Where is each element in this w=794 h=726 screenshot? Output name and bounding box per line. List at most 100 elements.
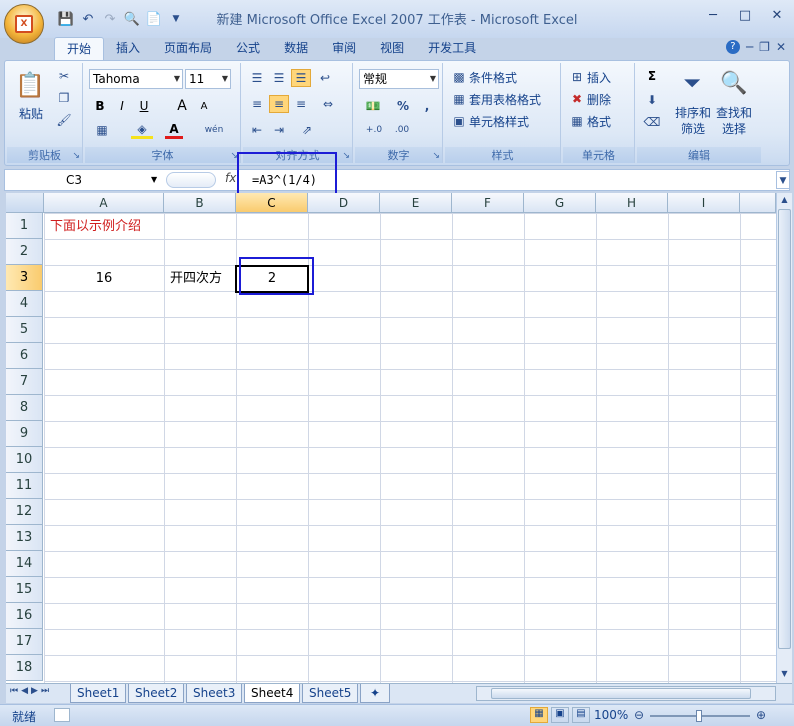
row-header-4[interactable]: 4 <box>6 291 43 317</box>
border-icon[interactable]: ▦ <box>91 121 113 139</box>
vertical-scrollbar[interactable]: ▲ ▼ <box>776 193 792 683</box>
zoom-out-icon[interactable]: ⊖ <box>634 708 644 722</box>
shrink-font-button[interactable]: A <box>195 97 213 115</box>
doc-restore-icon[interactable]: ❐ <box>759 40 770 54</box>
sheet-tab-sheet3[interactable]: Sheet3 <box>186 684 243 703</box>
font-size-combo[interactable]: 11 ▼ <box>185 69 231 89</box>
increase-decimal-button[interactable]: +.0 <box>361 121 387 139</box>
minimize-button[interactable]: ─ <box>702 6 724 26</box>
row-header-12[interactable]: 12 <box>6 499 43 525</box>
tab-data[interactable]: 数据 <box>272 37 320 61</box>
align-middle-icon[interactable]: ☰ <box>269 69 289 87</box>
row-header-14[interactable]: 14 <box>6 551 43 577</box>
sheet-tab-sheet4[interactable]: Sheet4 <box>244 684 301 703</box>
paste-button[interactable]: 粘贴 <box>19 105 43 122</box>
currency-icon[interactable]: 💵 <box>361 97 385 115</box>
percent-button[interactable]: % <box>395 97 411 115</box>
comma-button[interactable]: , <box>419 97 435 115</box>
row-header-13[interactable]: 13 <box>6 525 43 551</box>
row-header-18[interactable]: 18 <box>6 655 43 681</box>
tab-view[interactable]: 视图 <box>368 37 416 61</box>
orientation-icon[interactable]: ⇗ <box>293 121 321 139</box>
fill-color-icon[interactable]: ◈ <box>131 121 153 139</box>
format-painter-icon[interactable]: 🖌 <box>55 111 73 129</box>
horizontal-scroll-thumb[interactable] <box>491 688 751 699</box>
phonetic-button[interactable]: wén <box>199 121 229 139</box>
find-select-button[interactable]: 查找和选择 <box>715 105 753 137</box>
cut-icon[interactable]: ✂ <box>55 67 73 85</box>
chevron-down-icon[interactable]: ▼ <box>151 175 157 184</box>
row-header-1[interactable]: 1 <box>6 213 43 239</box>
macro-record-icon[interactable] <box>54 708 70 722</box>
cell-b3[interactable]: 开四次方 <box>170 266 222 292</box>
wrap-text-icon[interactable]: ↩ <box>315 69 335 87</box>
tab-home[interactable]: 开始 <box>54 37 105 61</box>
page-layout-view-icon[interactable]: ▣ <box>551 707 569 723</box>
office-button[interactable]: X <box>4 4 44 44</box>
font-name-combo[interactable]: Tahoma ▼ <box>89 69 183 89</box>
sheet-nav-icon[interactable]: ⏮◀▶⏭ <box>10 686 52 696</box>
tab-formulas[interactable]: 公式 <box>224 37 272 61</box>
underline-button[interactable]: U <box>135 97 153 115</box>
row-header-6[interactable]: 6 <box>6 343 43 369</box>
delete-cells-button[interactable]: 删除 <box>587 91 611 108</box>
format-cells-button[interactable]: 格式 <box>587 113 611 130</box>
zoom-in-icon[interactable]: ⊕ <box>756 708 766 722</box>
sheet-tab-sheet5[interactable]: Sheet5 <box>302 684 359 703</box>
tab-insert[interactable]: 插入 <box>104 37 152 61</box>
doc-close-icon[interactable]: ✕ <box>776 40 786 54</box>
sort-filter-icon[interactable]: ⏷ <box>677 67 707 99</box>
insert-function-button[interactable]: fx <box>225 171 236 185</box>
row-header-16[interactable]: 16 <box>6 603 43 629</box>
row-header-17[interactable]: 17 <box>6 629 43 655</box>
paste-icon[interactable]: 📋 <box>15 67 45 103</box>
number-launcher-icon[interactable]: ↘ <box>432 151 440 161</box>
doc-minimize-icon[interactable]: ─ <box>746 40 753 54</box>
row-header-11[interactable]: 11 <box>6 473 43 499</box>
spreadsheet-grid[interactable]: A B C D E F G H I 1 2 3 4 5 6 7 8 9 10 11 12 13 14 15 1… <box>6 193 776 683</box>
align-left-icon[interactable]: ≡ <box>247 95 267 113</box>
grow-font-button[interactable]: A <box>173 97 191 115</box>
scroll-thumb[interactable] <box>778 209 791 649</box>
row-header-15[interactable]: 15 <box>6 577 43 603</box>
merge-center-icon[interactable]: ⇔ <box>315 95 341 113</box>
scroll-down-icon[interactable]: ▼ <box>778 669 791 679</box>
formula-bar-slider[interactable] <box>166 172 216 188</box>
fill-icon[interactable]: ⬇ <box>643 91 661 109</box>
format-as-table-button[interactable]: 套用表格格式 <box>469 91 541 108</box>
alignment-launcher-icon[interactable]: ↘ <box>342 151 350 161</box>
horizontal-scrollbar[interactable] <box>476 686 776 701</box>
zoom-slider[interactable] <box>650 710 750 722</box>
normal-view-icon[interactable]: ▦ <box>530 707 548 723</box>
decrease-indent-icon[interactable]: ⇤ <box>247 121 267 139</box>
row-header-2[interactable]: 2 <box>6 239 43 265</box>
align-top-icon[interactable]: ☰ <box>247 69 267 87</box>
expand-formula-bar-icon[interactable]: ▼ <box>776 171 790 189</box>
row-header-10[interactable]: 10 <box>6 447 43 473</box>
row-header-9[interactable]: 9 <box>6 421 43 447</box>
cell-a3[interactable]: 16 <box>44 266 164 292</box>
cell-a1[interactable]: 下面以示例介绍 <box>50 214 141 240</box>
name-box[interactable]: C3 <box>6 171 162 189</box>
autosum-button[interactable]: Σ <box>643 67 661 85</box>
close-button[interactable]: ✕ <box>766 6 788 26</box>
zoom-level[interactable]: 100% <box>594 708 628 722</box>
sheet-tab-sheet2[interactable]: Sheet2 <box>128 684 185 703</box>
help-icon[interactable]: ? <box>725 40 740 54</box>
italic-button[interactable]: I <box>113 97 131 115</box>
find-select-icon[interactable]: 🔍 <box>719 67 749 99</box>
conditional-format-button[interactable]: 条件格式 <box>469 69 517 86</box>
bold-button[interactable]: B <box>91 97 109 115</box>
align-right-icon[interactable]: ≡ <box>291 95 311 113</box>
tab-developer[interactable]: 开发工具 <box>416 37 488 61</box>
tab-page-layout[interactable]: 页面布局 <box>152 37 224 61</box>
cell-styles-button[interactable]: 单元格样式 <box>469 113 529 130</box>
row-header-5[interactable]: 5 <box>6 317 43 343</box>
sort-filter-button[interactable]: 排序和筛选 <box>675 105 711 137</box>
clipboard-launcher-icon[interactable]: ↘ <box>72 151 80 161</box>
insert-sheet-icon[interactable]: ✦ <box>360 684 390 703</box>
scroll-up-icon[interactable]: ▲ <box>778 195 791 205</box>
page-break-view-icon[interactable]: ▤ <box>572 707 590 723</box>
copy-icon[interactable]: ❐ <box>55 89 73 107</box>
font-color-button[interactable]: A <box>165 121 183 139</box>
